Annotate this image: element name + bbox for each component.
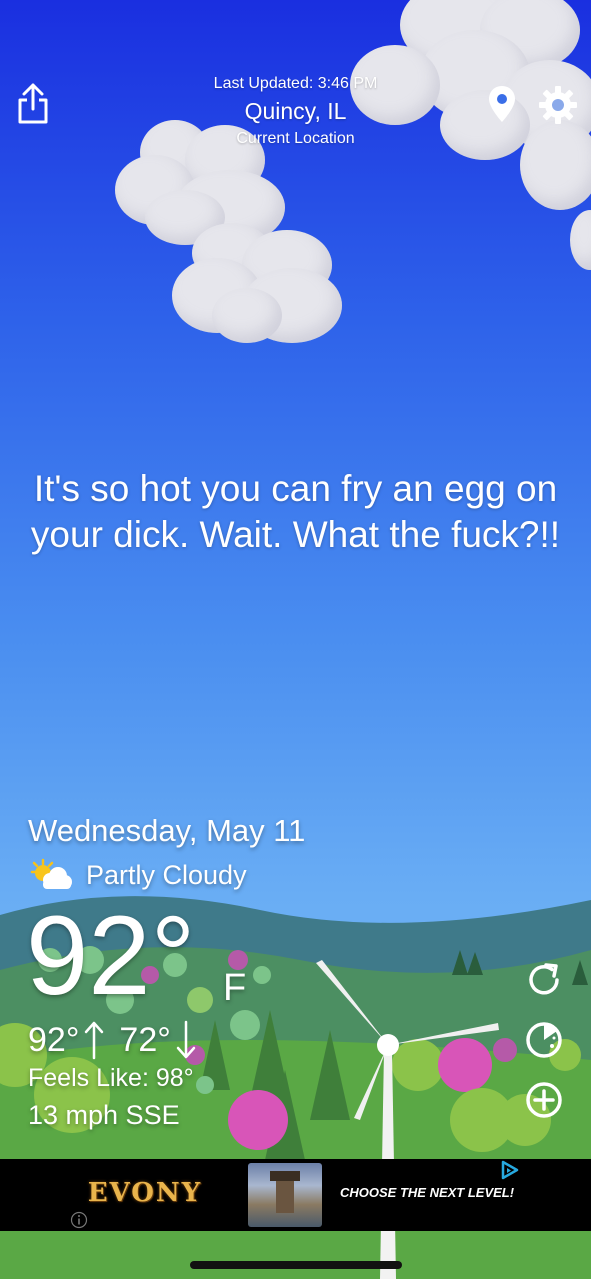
low-temp: 72°	[119, 1020, 171, 1059]
gear-icon	[539, 86, 577, 124]
location-note: Current Location	[236, 130, 355, 147]
ad-tagline: CHOOSE THE NEXT LEVEL!	[340, 1185, 515, 1200]
wind-label: 13 mph SSE	[28, 1100, 180, 1130]
cloud-left-lower	[172, 218, 352, 348]
high-low-row: 92° 72°	[28, 1017, 197, 1063]
current-temperature: 92°	[26, 893, 196, 1018]
location-pin-icon	[489, 86, 515, 122]
location-button[interactable]	[484, 84, 520, 124]
ad-brand-text: EVONY	[87, 1178, 203, 1208]
weather-quote: It's so hot you can fry an egg on your d…	[30, 468, 561, 555]
add-icon	[526, 1082, 562, 1118]
condition-row: Partly Cloudy	[28, 855, 247, 895]
temperature-unit: F	[223, 967, 247, 1009]
refresh-button[interactable]	[522, 958, 566, 1002]
ad-image	[248, 1163, 322, 1227]
arrow-down-icon	[176, 1020, 196, 1059]
radar-button[interactable]	[522, 1018, 566, 1062]
high-temp: 92°	[28, 1020, 80, 1059]
radar-icon	[526, 1022, 562, 1058]
partly-cloudy-icon	[30, 858, 72, 889]
condition-label: Partly Cloudy	[86, 859, 247, 890]
feels-like-label: Feels Like: 98°	[28, 1064, 194, 1092]
add-location-button[interactable]	[522, 1078, 566, 1122]
date-label: Wednesday, May 11	[28, 813, 306, 848]
home-indicator[interactable]	[190, 1261, 402, 1269]
ad-info-icon[interactable]	[70, 1211, 88, 1229]
ad-brand-logo: EVONY	[86, 1171, 204, 1215]
ad-choices-icon[interactable]	[499, 1159, 521, 1181]
settings-button[interactable]	[536, 84, 580, 126]
ad-banner[interactable]: EVONY CHOOSE THE NEXT LEVEL!	[0, 1159, 591, 1231]
arrow-up-icon	[85, 1021, 104, 1060]
refresh-icon	[529, 963, 559, 995]
